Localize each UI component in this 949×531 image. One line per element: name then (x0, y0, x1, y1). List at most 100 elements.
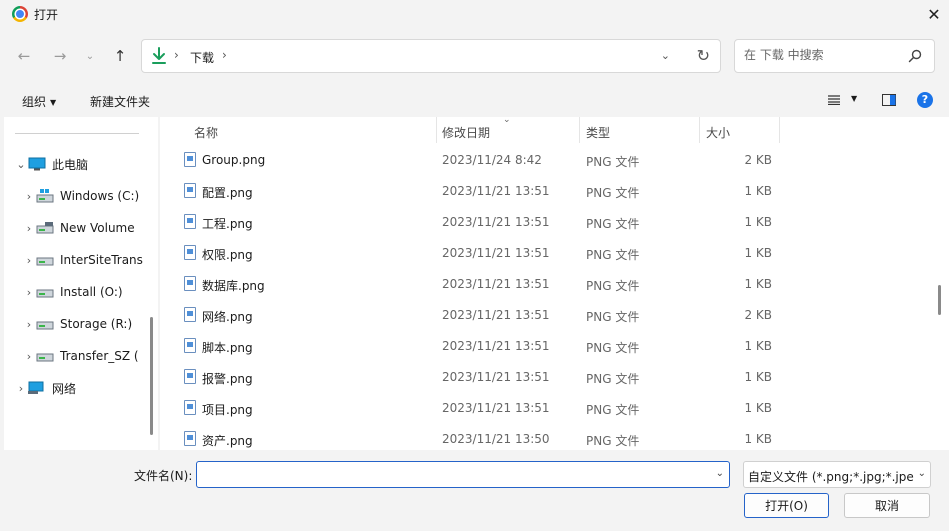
file-type: PNG 文件 (586, 217, 640, 231)
up-arrow-icon[interactable]: ↑ (110, 46, 130, 66)
close-button[interactable]: ✕ (919, 0, 949, 28)
file-row[interactable]: 数据库.png 2023/11/21 13:51 PNG 文件 1 KB (160, 268, 940, 299)
file-date: 2023/11/21 13:51 (442, 308, 550, 322)
file-size: 2 KB (744, 153, 772, 167)
column-header-type[interactable]: 类型 (586, 124, 610, 141)
open-button[interactable]: 打开(O) (744, 493, 829, 518)
column-header-date[interactable]: 修改日期 (442, 124, 490, 141)
chrome-icon (12, 6, 28, 22)
cancel-button[interactable]: 取消 (844, 493, 930, 518)
chevron-down-icon[interactable]: ⌄ (716, 468, 724, 479)
file-name: 网络.png (202, 310, 253, 324)
sort-chevron-icon: ⌄ (503, 117, 511, 125)
file-name: 资产.png (202, 434, 253, 448)
file-row[interactable]: 网络.png 2023/11/21 13:51 PNG 文件 2 KB (160, 299, 940, 330)
file-date: 2023/11/21 13:51 (442, 277, 550, 291)
file-name: 工程.png (202, 217, 253, 231)
chevron-right-icon[interactable]: › (22, 254, 36, 267)
network-icon (28, 381, 44, 394)
file-date: 2023/11/21 13:51 (442, 401, 550, 415)
sidebar-item-intersitetrans[interactable]: › InterSiteTrans (22, 248, 158, 272)
file-date: 2023/11/21 13:50 (442, 432, 550, 446)
file-size: 1 KB (744, 339, 772, 353)
file-row[interactable]: 工程.png 2023/11/21 13:51 PNG 文件 1 KB (160, 206, 940, 237)
forward-arrow-icon[interactable]: → (50, 46, 70, 66)
png-file-icon (184, 369, 196, 384)
file-row[interactable]: 项目.png 2023/11/21 13:51 PNG 文件 1 KB (160, 392, 940, 423)
chevron-right-icon[interactable]: › (14, 382, 28, 395)
download-icon (152, 47, 166, 64)
sidebar-item-windows-c[interactable]: › Windows (C:) (22, 184, 158, 208)
divider[interactable] (699, 117, 700, 143)
column-header-size[interactable]: 大小 (706, 124, 730, 141)
file-type-filter-select[interactable]: 自定义文件 (*.png;*.jpg;*.jpeg ⌄ (743, 461, 931, 488)
back-arrow-icon[interactable]: ← (14, 46, 34, 66)
chevron-down-icon[interactable]: ⌄ (14, 158, 28, 171)
new-folder-button[interactable]: 新建文件夹 (90, 93, 150, 110)
chevron-right-icon[interactable]: › (22, 222, 36, 235)
file-date: 2023/11/21 13:51 (442, 246, 550, 260)
chevron-right-icon[interactable]: › (22, 318, 36, 331)
view-list-icon[interactable] (828, 95, 840, 105)
file-type: PNG 文件 (586, 186, 640, 200)
sidebar-item-storage-r[interactable]: › Storage (R:) (22, 312, 158, 336)
file-row[interactable]: 配置.png 2023/11/21 13:51 PNG 文件 1 KB (160, 175, 940, 206)
chevron-down-icon: ⌄ (917, 468, 926, 479)
divider[interactable] (779, 117, 780, 143)
file-size: 1 KB (744, 432, 772, 446)
drive-icon (36, 257, 54, 266)
breadcrumb-downloads[interactable]: 下载 (190, 49, 214, 66)
file-size: 2 KB (744, 308, 772, 322)
sidebar-item-network[interactable]: › 网络 (14, 376, 158, 400)
chevron-down-icon[interactable]: ⌄ (661, 49, 670, 62)
file-name: Group.png (202, 153, 266, 167)
file-size: 1 KB (744, 184, 772, 198)
divider[interactable] (579, 117, 580, 143)
chevron-right-icon[interactable]: › (222, 48, 227, 62)
monitor-icon (28, 157, 46, 171)
file-list-scrollbar[interactable] (938, 285, 941, 315)
sidebar-item-this-pc[interactable]: ⌄ 此电脑 (14, 152, 158, 176)
file-date: 2023/11/24 8:42 (442, 153, 542, 167)
chevron-right-icon[interactable]: › (22, 350, 36, 363)
view-options-chevron-icon[interactable]: ▼ (851, 94, 857, 103)
recent-locations-chevron-icon[interactable]: ⌄ (80, 46, 100, 66)
filename-combobox[interactable]: ⌄ (196, 461, 730, 488)
search-icon[interactable] (908, 49, 922, 63)
preview-pane-icon[interactable] (882, 94, 896, 106)
chevron-right-icon[interactable]: › (22, 190, 36, 203)
search-input[interactable] (744, 48, 904, 62)
sidebar-item-new-volume[interactable]: › New Volume (22, 216, 158, 240)
divider[interactable] (436, 117, 437, 143)
filename-input[interactable] (202, 467, 702, 481)
file-name: 权限.png (202, 248, 253, 262)
title-bar: 打开 ✕ (0, 0, 949, 30)
file-row[interactable]: 权限.png 2023/11/21 13:51 PNG 文件 1 KB (160, 237, 940, 268)
windows-drive-icon (36, 189, 54, 203)
help-icon[interactable]: ? (917, 92, 933, 108)
drive-icon (36, 289, 54, 298)
file-type: PNG 文件 (586, 434, 640, 448)
file-type: PNG 文件 (586, 248, 640, 262)
png-file-icon (184, 338, 196, 353)
address-bar[interactable]: › 下载 › ⌄ ↻ (141, 39, 721, 73)
file-row[interactable]: 脚本.png 2023/11/21 13:51 PNG 文件 1 KB (160, 330, 940, 361)
refresh-icon[interactable]: ↻ (697, 46, 710, 65)
png-file-icon (184, 400, 196, 415)
file-row[interactable]: 资产.png 2023/11/21 13:50 PNG 文件 1 KB (160, 423, 940, 450)
sidebar-scrollbar[interactable] (150, 317, 153, 435)
file-type-filter-value: 自定义文件 (*.png;*.jpg;*.jpeg (748, 470, 914, 484)
file-row[interactable]: Group.png 2023/11/24 8:42 PNG 文件 2 KB (160, 144, 940, 175)
file-date: 2023/11/21 13:51 (442, 370, 550, 384)
chevron-right-icon[interactable]: › (22, 286, 36, 299)
sidebar-item-install-o[interactable]: › Install (O:) (22, 280, 158, 304)
file-row[interactable]: 报警.png 2023/11/21 13:51 PNG 文件 1 KB (160, 361, 940, 392)
dialog-footer: 文件名(N): ⌄ 自定义文件 (*.png;*.jpg;*.jpeg ⌄ 打开… (0, 450, 949, 531)
caret-down-icon: ▼ (50, 98, 57, 107)
navigation-bar: ← → ⌄ ↑ › 下载 › ⌄ ↻ (0, 30, 949, 82)
search-box[interactable] (734, 39, 935, 73)
column-header-name[interactable]: 名称 (194, 124, 218, 141)
sidebar-item-transfer-sz[interactable]: › Transfer_SZ ( (22, 344, 158, 368)
organize-button[interactable]: 组织 ▼ (22, 93, 56, 110)
file-name: 数据库.png (202, 279, 265, 293)
